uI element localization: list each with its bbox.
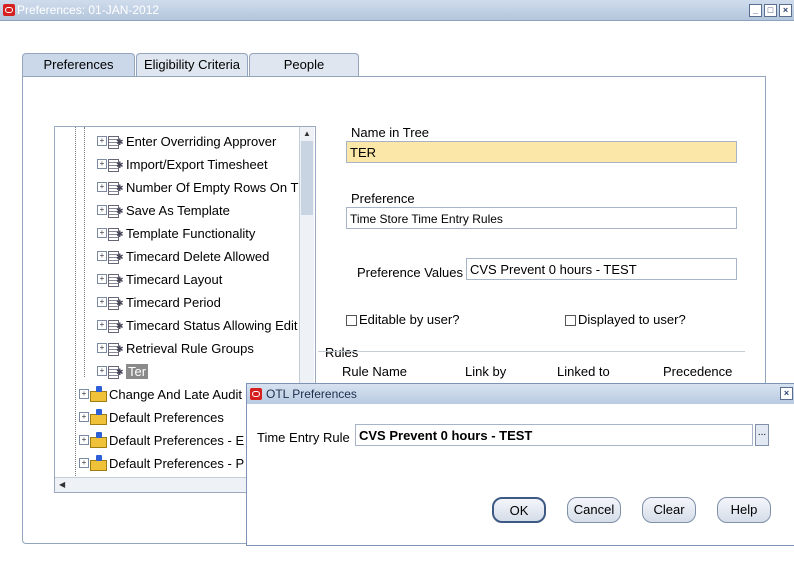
col-linked-to: Linked to: [557, 364, 610, 379]
tree-folder[interactable]: + Change And Late Audit: [79, 383, 242, 405]
folder-icon: [90, 455, 107, 471]
scroll-up-icon[interactable]: ▲: [303, 129, 311, 138]
preference-doc-icon: [108, 342, 124, 356]
lov-button[interactable]: ...: [755, 424, 769, 446]
tree-folder[interactable]: + Default Preferences: [79, 406, 224, 428]
dialog-close-icon[interactable]: ×: [780, 387, 793, 400]
cancel-button[interactable]: Cancel: [567, 497, 621, 523]
tree-item[interactable]: +Save As Template: [97, 199, 230, 221]
dialog-title: OTL Preferences: [266, 387, 357, 401]
tree-item[interactable]: +Timecard Layout: [97, 268, 222, 290]
maximize-icon[interactable]: □: [764, 4, 777, 17]
preference-doc-icon: [108, 227, 124, 241]
tab-eligibility-criteria[interactable]: Eligibility Criteria: [136, 53, 248, 76]
col-rule-name: Rule Name: [342, 364, 408, 379]
tab-preferences[interactable]: Preferences: [22, 53, 135, 76]
scroll-thumb[interactable]: [301, 141, 313, 215]
displayed-checkbox[interactable]: Displayed to user?: [565, 312, 686, 327]
clear-button[interactable]: Clear: [642, 497, 696, 523]
tree-item[interactable]: +Timecard Delete Allowed: [97, 245, 269, 267]
tree-item[interactable]: +Enter Overriding Approver: [97, 130, 276, 152]
col-link-by: Link by: [465, 364, 507, 379]
rules-divider: [318, 351, 745, 352]
folder-icon: [90, 386, 107, 402]
preference-doc-icon: [108, 296, 124, 310]
minimize-icon[interactable]: _: [749, 4, 762, 17]
oracle-logo-icon: [3, 4, 15, 16]
preference-label: Preference: [351, 191, 415, 206]
tab-people[interactable]: People: [249, 53, 359, 76]
help-button[interactable]: Help: [717, 497, 771, 523]
preference-values-label: Preference Values: [357, 265, 463, 280]
tree-item[interactable]: +Number Of Empty Rows On T: [97, 176, 298, 198]
preference-values-field[interactable]: CVS Prevent 0 hours - TEST: [466, 258, 737, 280]
editable-checkbox[interactable]: Editable by user?: [346, 312, 459, 327]
tree-item[interactable]: +Import/Export Timesheet: [97, 153, 268, 175]
tree-folder[interactable]: + Default Preferences - E: [79, 429, 244, 451]
tree-item[interactable]: +Timecard Status Allowing Edit: [97, 314, 297, 336]
preference-doc-icon: [108, 135, 124, 149]
preference-doc-icon: [108, 319, 124, 333]
preference-doc-icon: [108, 158, 124, 172]
preference-doc-icon: [108, 365, 124, 379]
tree-item[interactable]: +Retrieval Rule Groups: [97, 337, 254, 359]
time-entry-rule-field[interactable]: CVS Prevent 0 hours - TEST: [355, 424, 753, 446]
preference-field[interactable]: Time Store Time Entry Rules: [346, 207, 737, 229]
checkbox-icon[interactable]: [346, 315, 357, 327]
tree-item[interactable]: +Template Functionality: [97, 222, 255, 244]
window-title: Preferences: 01-JAN-2012: [17, 3, 160, 17]
rules-section-label: Rules: [325, 345, 359, 360]
name-in-tree-field[interactable]: TER: [346, 141, 737, 163]
name-in-tree-label: Name in Tree: [351, 125, 430, 140]
oracle-logo-icon: [250, 388, 262, 400]
col-precedence: Precedence: [663, 364, 733, 379]
preference-doc-icon: [108, 273, 124, 287]
close-icon[interactable]: ×: [779, 4, 792, 17]
folder-icon: [90, 432, 107, 448]
ok-button[interactable]: OK: [492, 497, 546, 523]
preference-doc-icon: [108, 181, 124, 195]
preference-doc-icon: [108, 250, 124, 264]
checkbox-icon[interactable]: [565, 315, 576, 327]
folder-icon: [90, 409, 107, 425]
dialog-title-bar: OTL Preferences ×: [247, 384, 794, 404]
scroll-left-icon[interactable]: ◀: [59, 480, 65, 489]
tree-item[interactable]: +Timecard Period: [97, 291, 221, 313]
otl-preferences-dialog: OTL Preferences × Time Entry Rule CVS Pr…: [246, 383, 794, 546]
preference-doc-icon: [108, 204, 124, 218]
tree-item-selected[interactable]: +Ter: [97, 360, 149, 382]
tree-folder[interactable]: + Default Preferences - P: [79, 452, 244, 474]
window-title-bar: Preferences: 01-JAN-2012 _ □ ×: [0, 0, 794, 21]
time-entry-rule-label: Time Entry Rule: [257, 430, 350, 445]
